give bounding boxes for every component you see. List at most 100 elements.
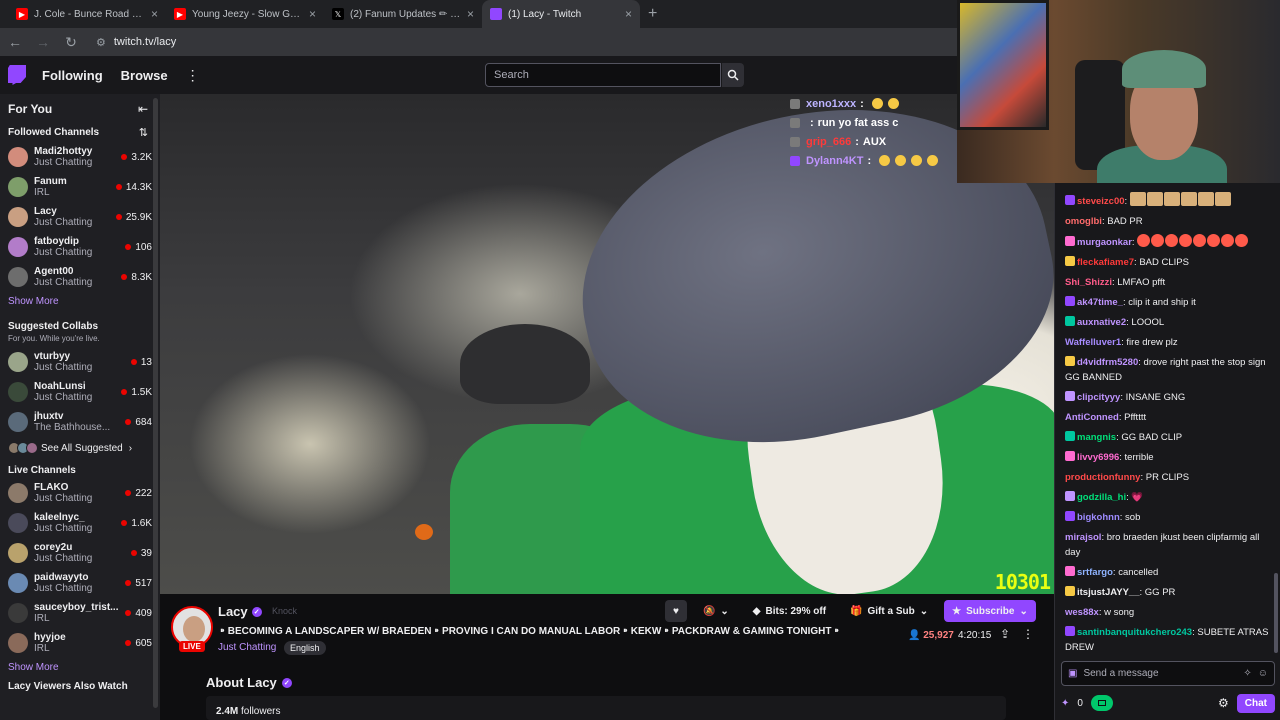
sidebar-channel[interactable]: Agent00 Just Chatting 8.3K <box>0 262 160 292</box>
sidebar-channel[interactable]: kaleelnyc_ Just Chatting 1.6K <box>0 508 160 538</box>
url-text[interactable]: twitch.tv/lacy <box>114 36 176 48</box>
video-player[interactable]: xeno1xxx:: run yo fat ass c grip_666: AUX Dy… <box>160 94 1054 594</box>
claim-icon[interactable] <box>1090 695 1113 711</box>
bits-button[interactable]: ◆ Bits: 29% off <box>745 600 834 622</box>
streamer-name[interactable]: Lacy <box>218 604 248 619</box>
sidebar-scrollbar[interactable] <box>153 98 158 708</box>
chat-username[interactable]: murgaonkar <box>1077 237 1132 248</box>
chat-username[interactable]: auxnative2 <box>1077 317 1126 328</box>
new-tab-icon[interactable]: + <box>640 5 665 23</box>
viewer-count-value: 25,927 <box>923 630 954 641</box>
collapse-sidebar-icon[interactable]: ⇤ <box>138 102 148 116</box>
search-button[interactable] <box>722 63 744 87</box>
search-input[interactable]: Search <box>485 63 721 87</box>
following-link[interactable]: Following <box>42 68 103 83</box>
sidebar-channel[interactable]: Lacy Just Chatting 25.9K <box>0 202 160 232</box>
channel-category: Just Chatting <box>34 493 93 504</box>
site-info-icon[interactable]: ⚙ <box>96 36 106 49</box>
chat-scrollbar[interactable] <box>1274 573 1278 653</box>
chat-username[interactable]: srtfargo <box>1077 567 1113 578</box>
show-more-live[interactable]: Show More <box>0 658 160 681</box>
browser-tab[interactable]: (1) Lacy - Twitch × <box>482 0 640 28</box>
notifications-button[interactable]: 🔕 ⌄ <box>695 600 737 622</box>
channel-category: Just Chatting <box>34 583 93 594</box>
chat-username[interactable]: livvy6996 <box>1077 452 1119 463</box>
gift-icon: 🎁 <box>850 605 863 617</box>
channel-name: NoahLunsi <box>34 381 86 392</box>
chat-username[interactable]: itsjustJAYY__ <box>1077 587 1140 598</box>
close-tab-icon[interactable]: × <box>151 7 158 21</box>
url-field[interactable]: ⚙ twitch.tv/lacy <box>96 36 176 49</box>
forward-icon[interactable]: → <box>36 34 50 50</box>
sidebar-channel[interactable]: sauceyboy_trist... IRL 409 <box>0 598 160 628</box>
reload-icon[interactable]: ↻ <box>64 34 78 51</box>
channel-viewer-count: 409 <box>125 608 152 619</box>
browser-tab[interactable]: ▶ Young Jeezy - Slow Grind (The I × <box>166 0 324 28</box>
browse-link[interactable]: Browse <box>121 68 168 83</box>
browser-tab[interactable]: 𝕏 (2) Fanum Updates ✏ on X: "F × <box>324 0 482 28</box>
stream-category[interactable]: Just Chatting <box>218 642 276 653</box>
knock-button[interactable]: Knock <box>272 606 297 616</box>
close-tab-icon[interactable]: × <box>467 7 474 21</box>
close-tab-icon[interactable]: × <box>625 7 632 21</box>
chat-settings-icon[interactable]: ⚙ <box>1218 696 1229 710</box>
see-all-suggested[interactable]: See All Suggested › <box>0 437 160 459</box>
chat-log: steveizc00: omoglbi: BAD PR murgaonkar: f… <box>1055 189 1275 659</box>
more-options-icon[interactable]: ⋮ <box>1022 627 1034 641</box>
channel-points-icon[interactable]: ✦ <box>1061 698 1069 709</box>
chat-username[interactable]: clipcityyy <box>1077 392 1120 403</box>
chat-username[interactable]: steveizc00 <box>1077 196 1125 207</box>
follow-button[interactable]: ♥ <box>665 600 687 622</box>
sidebar-channel[interactable]: fatboydip Just Chatting 106 <box>0 232 160 262</box>
language-tag[interactable]: English <box>284 641 326 655</box>
chat-username[interactable]: bigkohnn <box>1077 512 1120 523</box>
chat-username[interactable]: Shi_Shizzi <box>1065 277 1112 288</box>
chat-username[interactable]: AntiConned <box>1065 412 1119 423</box>
chat-username[interactable]: d4vidfrm5280 <box>1077 357 1138 368</box>
chat-username[interactable]: santinbanquitukchero243 <box>1077 627 1192 638</box>
verified-icon: ✓ <box>281 677 292 688</box>
more-menu-icon[interactable]: ⋮ <box>186 67 200 84</box>
chat-username[interactable]: productionfunny <box>1065 472 1140 483</box>
heart-emote-icon: 💗 <box>1131 491 1144 503</box>
sidebar-channel[interactable]: corey2u Just Chatting 39 <box>0 538 160 568</box>
chat-username[interactable]: fleckafiame7 <box>1077 257 1134 268</box>
back-icon[interactable]: ← <box>8 34 22 50</box>
chat-username[interactable]: ak47time_ <box>1077 297 1123 308</box>
close-tab-icon[interactable]: × <box>309 7 316 21</box>
chat-username[interactable]: wes88x <box>1065 607 1099 618</box>
show-more-followed[interactable]: Show More <box>0 292 160 315</box>
about-panel: 2.4M followers <box>206 696 1006 720</box>
person-icon: 👤 <box>908 630 921 641</box>
chat-badge-icon <box>790 155 800 166</box>
sidebar-channel[interactable]: paidwayyto Just Chatting 517 <box>0 568 160 598</box>
sidebar-channel[interactable]: FLAKO Just Chatting 222 <box>0 478 160 508</box>
sidebar-channel[interactable]: Madi2hottyy Just Chatting 3.2K <box>0 142 160 172</box>
channel-avatar <box>8 207 28 227</box>
share-icon[interactable]: ⇪ <box>1000 627 1010 641</box>
sidebar-channel[interactable]: jhuxtv The Bathhouse... 684 <box>0 407 160 437</box>
channel-name: jhuxtv <box>34 411 64 422</box>
subscribe-button[interactable]: ★ Subscribe ⌄ <box>944 600 1036 622</box>
sidebar-channel[interactable]: NoahLunsi Just Chatting 1.5K <box>0 377 160 407</box>
emote-picker-icon[interactable]: ☺ <box>1258 668 1268 679</box>
channel-name: corey2u <box>34 542 73 553</box>
chat-username[interactable]: Waffelluver1 <box>1065 337 1121 348</box>
chat-username[interactable]: mirajsol <box>1065 532 1101 543</box>
chat-username[interactable]: mangnis <box>1077 432 1116 443</box>
sidebar-channel[interactable]: hyyjoe IRL 605 <box>0 628 160 658</box>
sort-icon[interactable]: ⇅ <box>139 126 148 139</box>
browser-tab[interactable]: ▶ J. Cole - Bunce Road Blues [Ins × <box>8 0 166 28</box>
gift-sub-button[interactable]: 🎁 Gift a Sub ⌄ <box>842 600 936 622</box>
chat-username[interactable]: godzilla_hi <box>1077 492 1126 503</box>
sidebar-channel[interactable]: Fanum IRL 14.3K <box>0 172 160 202</box>
chat-message: mangnis: GG BAD CLIP <box>1065 427 1275 447</box>
twitch-logo-icon[interactable] <box>8 65 26 85</box>
chat-input[interactable]: ▣ Send a message ✧ ☺ <box>1061 661 1275 686</box>
emote-icon <box>895 155 907 166</box>
sidebar-channel[interactable]: vturbyy Just Chatting 13 <box>0 347 160 377</box>
chat-username[interactable]: omoglbi <box>1065 216 1102 227</box>
bits-icon[interactable]: ✧ <box>1243 668 1251 679</box>
chat-send-button[interactable]: Chat <box>1236 693 1275 713</box>
video-scene-passenger-hat <box>460 324 590 404</box>
